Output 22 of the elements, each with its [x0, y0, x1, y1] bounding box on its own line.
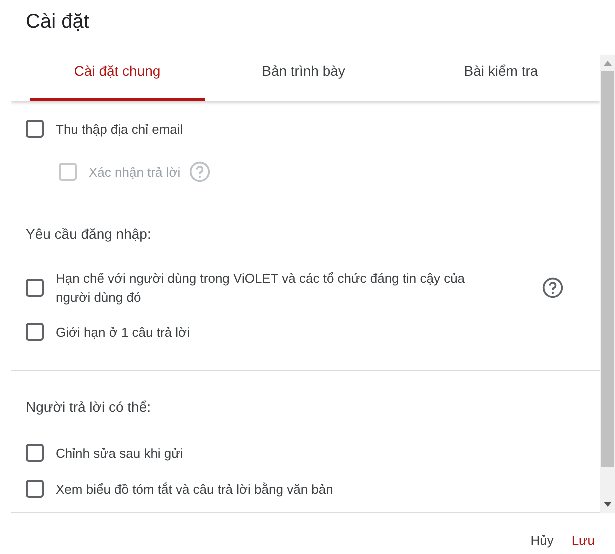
checkbox-label: Thu thập địa chỉ email [56, 120, 184, 138]
tab[interactable]: Bài kiểm tra [402, 55, 600, 101]
checkbox-label: Chỉnh sửa sau khi gửi [56, 444, 184, 462]
tab[interactable]: Cài đặt chung [30, 55, 205, 101]
help-icon[interactable] [542, 277, 564, 299]
checkbox-label: Giới hạn ở 1 câu trả lời [56, 324, 190, 342]
tab[interactable]: Bản trình bày [205, 55, 402, 101]
checkbox-label: Hạn chế với người dùng trong ViOLET và các tổ chức đáng tin cậy của người dùng đó [56, 270, 466, 307]
checkbox[interactable] [26, 480, 44, 498]
checkbox[interactable] [26, 444, 44, 462]
scroll-down-icon[interactable] [604, 502, 612, 508]
save-button[interactable]: Lưu [566, 529, 601, 552]
checkbox-label: Xác nhận trả lời [89, 164, 181, 182]
checkbox-label: Xem biểu đồ tóm tắt và câu trả lời bằng văn bản [56, 480, 334, 498]
checkbox[interactable] [26, 323, 44, 341]
dialog-title: Cài đặt [25, 10, 90, 35]
section-heading: Người trả lời có thể: [25, 398, 152, 417]
checkbox[interactable] [26, 279, 44, 297]
checkbox[interactable] [26, 120, 44, 138]
section-heading: Yêu cầu đăng nhập: [25, 225, 152, 244]
cancel-button[interactable]: Hủy [524, 529, 560, 552]
scrollbar[interactable] [600, 55, 615, 513]
